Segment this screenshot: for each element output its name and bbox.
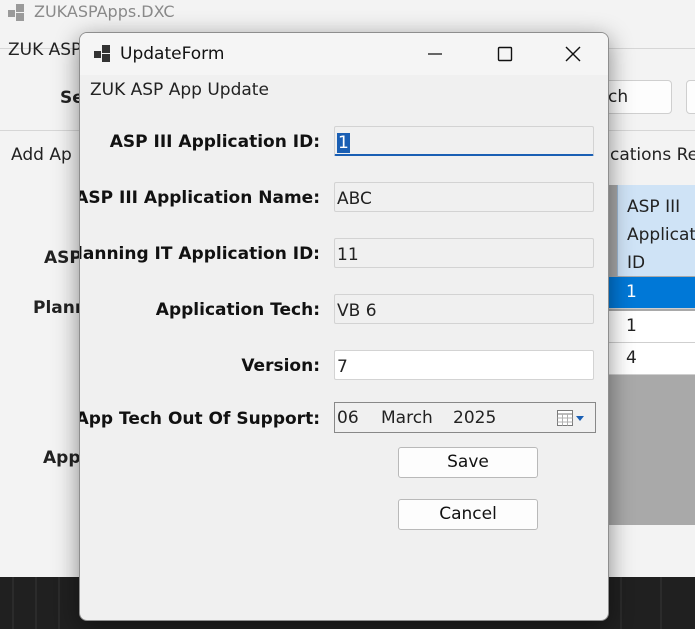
dialog-title: UpdateForm	[120, 44, 225, 64]
bg-window-title: ZUKASPApps.DXC	[34, 2, 175, 21]
out-of-support-label: App Tech Out Of Support:	[79, 409, 320, 429]
taskbar-stripe	[12, 577, 14, 629]
close-button[interactable]	[538, 33, 608, 75]
calendar-dropdown-icon[interactable]	[557, 410, 585, 426]
table-row[interactable]: 1	[607, 311, 695, 343]
groupbox-label: ZUK ASP App Update	[90, 80, 273, 100]
version-field[interactable]: 7	[334, 350, 594, 380]
out-of-support-datepicker[interactable]: 06 March 2025	[334, 402, 596, 433]
taskbar-stripe	[660, 577, 662, 629]
dialog-titlebar[interactable]: UpdateForm	[80, 33, 608, 75]
bg-tab-applications[interactable]: cations Re	[610, 145, 695, 165]
taskbar-stripe	[35, 577, 37, 629]
planning-id-label: Planning IT Application ID:	[79, 244, 320, 264]
planning-id-field[interactable]: 11	[334, 238, 594, 268]
app-icon	[8, 4, 24, 21]
bg-side-label: ASP	[44, 248, 82, 268]
bg-tab-add[interactable]: Add Ap	[11, 145, 72, 165]
taskbar-stripe	[58, 577, 60, 629]
bg-grid-header[interactable]: ASP III Applicat ID	[617, 185, 695, 276]
app-name-field[interactable]: ABC	[334, 182, 594, 212]
minimize-button[interactable]	[400, 33, 470, 75]
app-id-field[interactable]: 1	[334, 126, 594, 156]
app-tech-label: Application Tech:	[155, 300, 320, 320]
save-button[interactable]: Save	[398, 447, 538, 478]
maximize-icon	[497, 46, 513, 62]
version-label: Version:	[241, 356, 320, 376]
app-name-label: ASP III Application Name:	[79, 188, 320, 208]
date-month[interactable]: March	[381, 408, 433, 428]
bg-menu-label[interactable]: ZUK ASP	[8, 40, 81, 60]
bg-side-label: App	[43, 448, 81, 468]
close-icon	[565, 46, 581, 62]
bg-grid-header-label: ASP III Applicat ID	[627, 197, 695, 273]
table-cell: 1	[626, 282, 637, 302]
app-tech-field[interactable]: VB 6	[334, 294, 594, 324]
maximize-button[interactable]	[470, 33, 540, 75]
app-id-label: ASP III Application ID:	[109, 132, 320, 152]
table-cell: 4	[626, 348, 637, 368]
bg-extra-button[interactable]	[686, 80, 695, 114]
table-cell: 1	[626, 316, 637, 336]
bg-titlebar: ZUKASPApps.DXC	[0, 0, 695, 26]
table-row[interactable]: 4	[607, 343, 695, 375]
taskbar-stripe	[620, 577, 622, 629]
minimize-icon	[428, 53, 442, 55]
app-id-value: 1	[337, 133, 350, 153]
date-year[interactable]: 2025	[453, 408, 496, 428]
cancel-button[interactable]: Cancel	[398, 499, 538, 530]
table-row[interactable]: 1	[607, 277, 695, 309]
date-day[interactable]: 06	[337, 408, 359, 428]
update-form-dialog: UpdateForm ZUK ASP App Update ASP III Ap…	[79, 32, 609, 621]
app-icon	[94, 45, 110, 62]
